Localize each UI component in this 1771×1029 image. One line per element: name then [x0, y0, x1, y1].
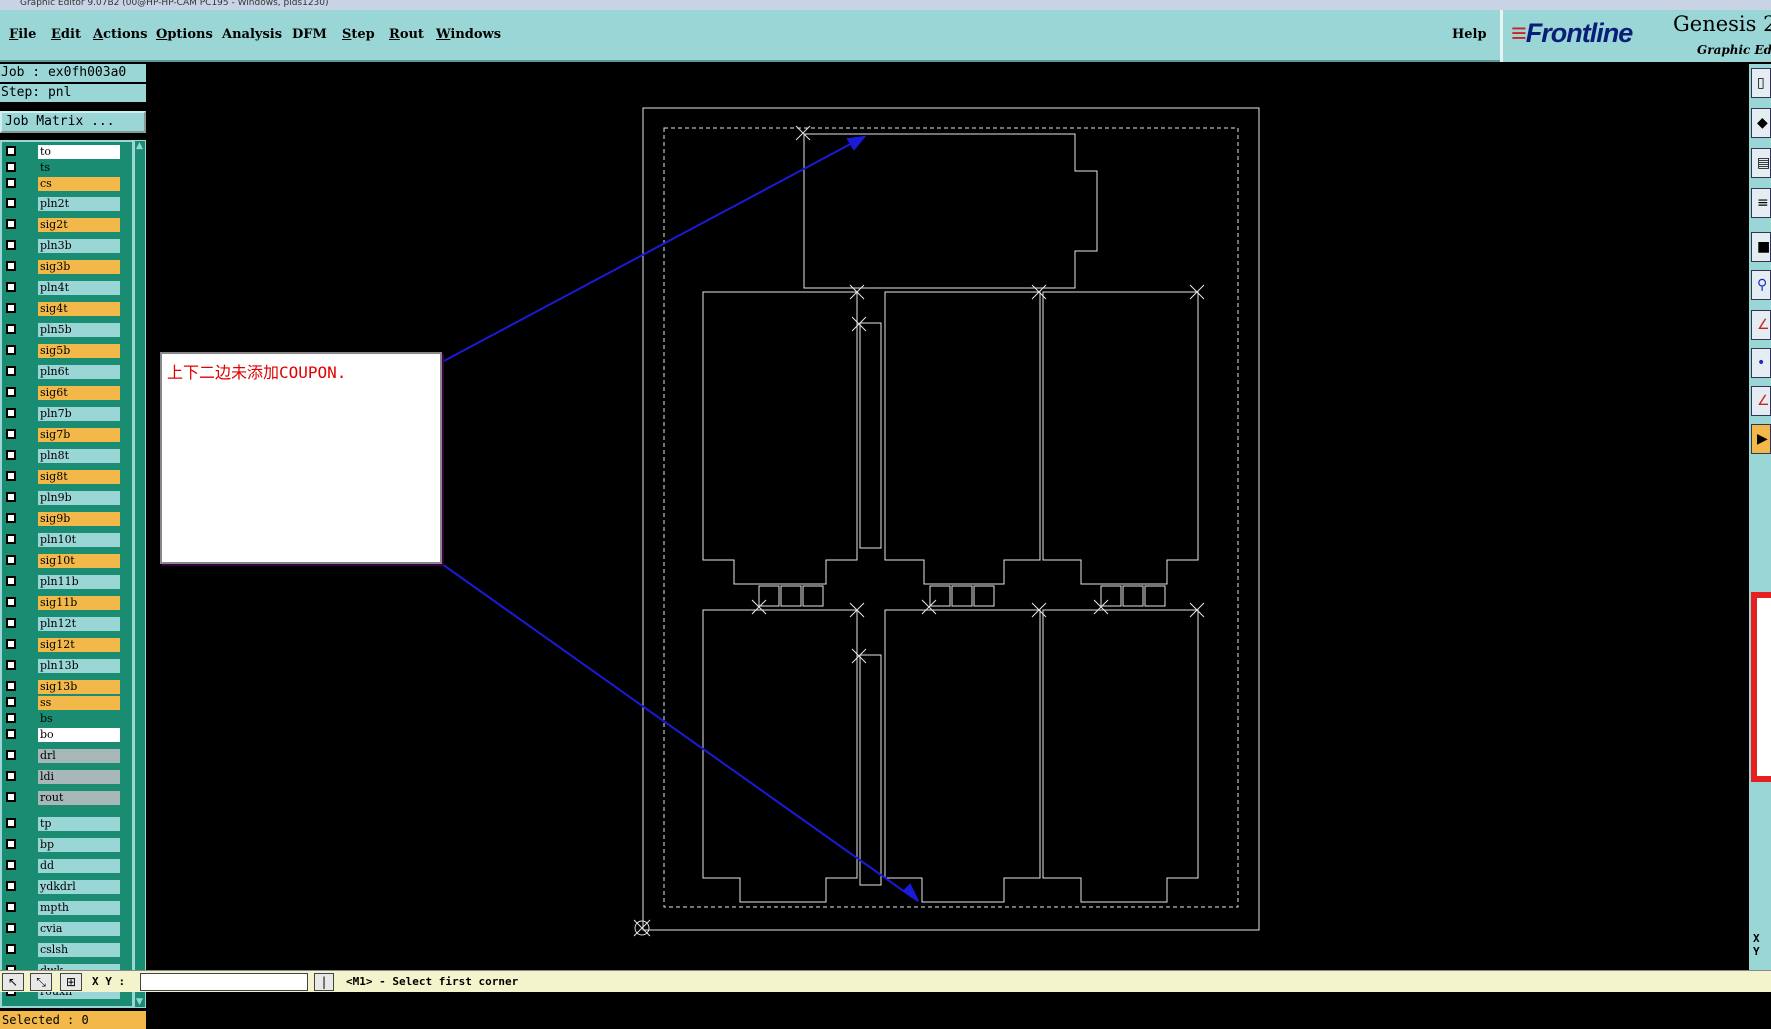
pcb-outline-2: [884, 291, 1041, 585]
annotation-arrow-bottom: [441, 563, 913, 898]
pcb-outline-3: [1042, 291, 1199, 585]
annotation-text: 上下二边未添加COUPON.: [167, 363, 347, 382]
annotation-arrow-top: [441, 139, 859, 363]
rail-upper: [859, 322, 882, 549]
pcb-outline-4: [702, 609, 858, 903]
panel-outline: [642, 107, 1260, 931]
panel-profile-dashed: [663, 127, 1239, 908]
pcb-outline-1: [702, 291, 858, 585]
rail-lower: [859, 654, 882, 886]
top-pcb-outline: [803, 133, 1098, 289]
annotation-callout: 上下二边未添加COUPON.: [160, 352, 442, 564]
scroll-down-icon[interactable]: ▼: [136, 997, 143, 1007]
pcb-outline-5: [884, 609, 1041, 903]
selected-count: Selected : 0: [0, 1011, 146, 1029]
pcb-outline-6: [1042, 609, 1199, 903]
